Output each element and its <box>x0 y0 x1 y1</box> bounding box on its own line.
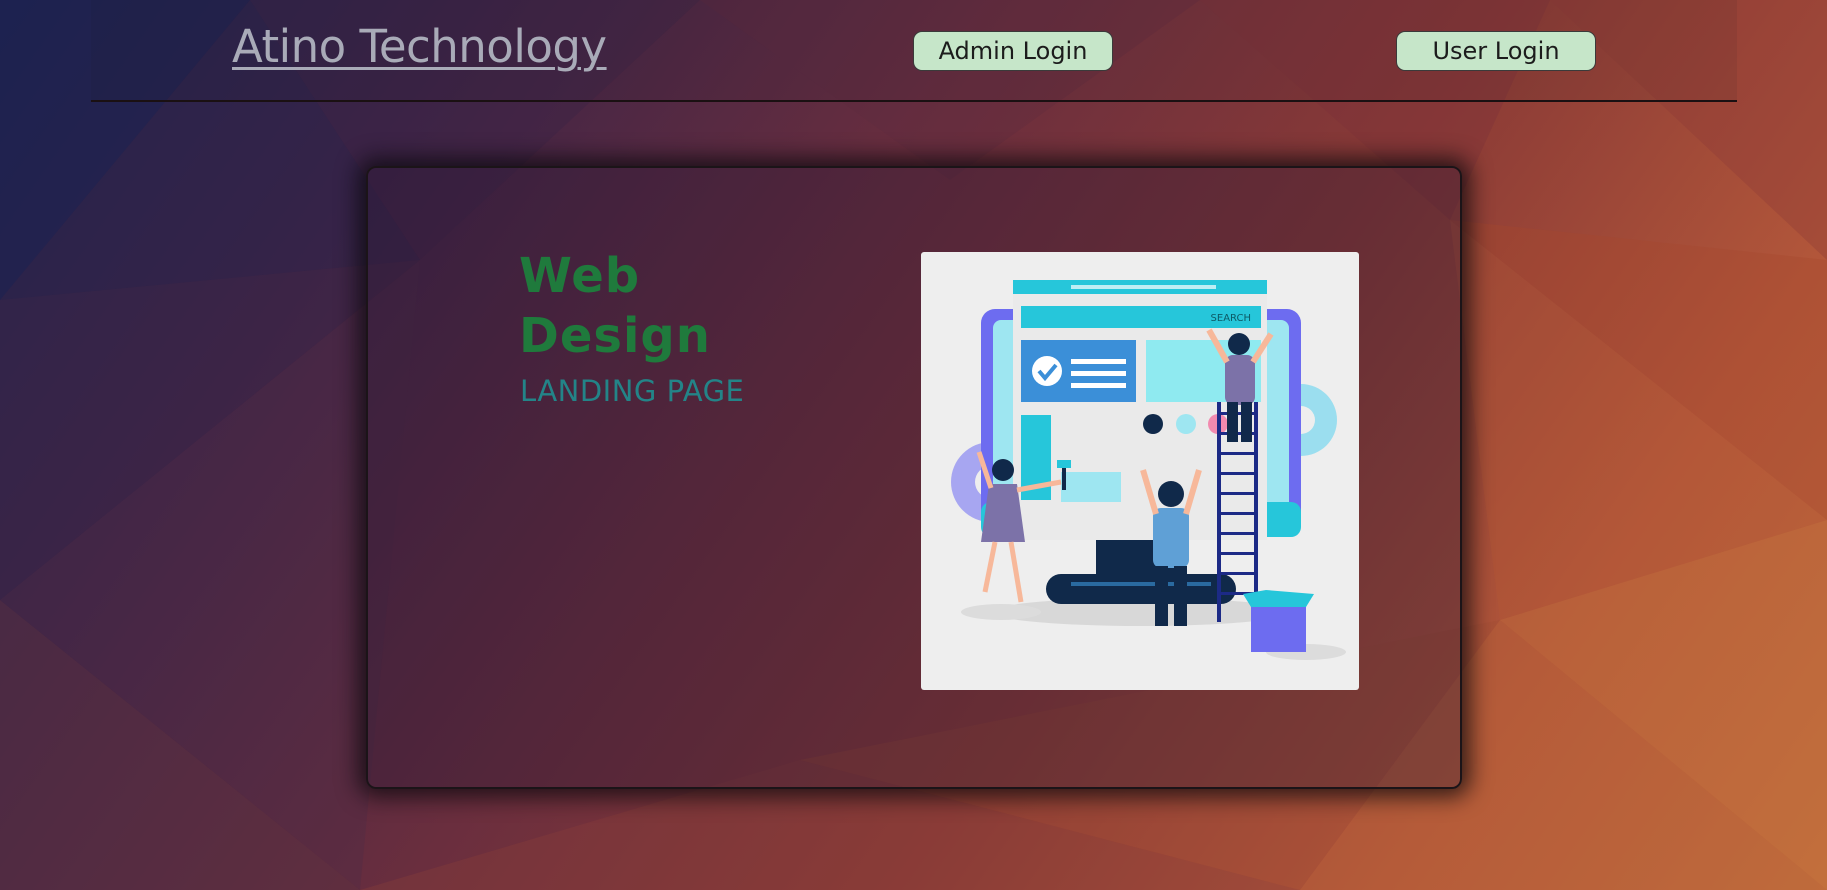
hero-subtitle: LANDING PAGE <box>520 374 745 408</box>
web-design-team-illustration-icon: SEARCH <box>921 252 1359 690</box>
admin-login-button[interactable]: Admin Login <box>913 31 1113 71</box>
brand-link[interactable]: Atino Technology <box>232 20 607 73</box>
page: { "header": { "brand": "Atino Technology… <box>0 0 1827 890</box>
search-label: SEARCH <box>1211 313 1251 324</box>
hero-title-line1: Web <box>519 248 641 304</box>
user-login-button[interactable]: User Login <box>1396 31 1596 71</box>
hero-title: Web Design <box>519 246 711 366</box>
hero-title-line2: Design <box>519 308 711 364</box>
